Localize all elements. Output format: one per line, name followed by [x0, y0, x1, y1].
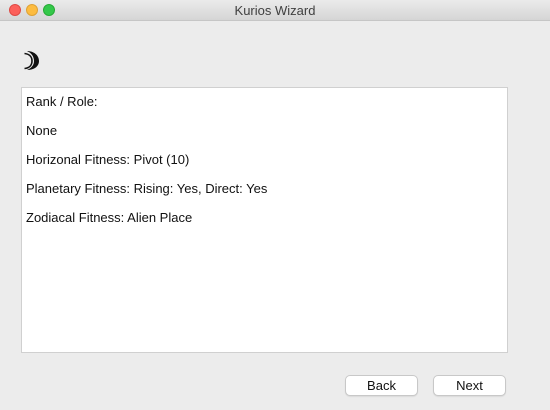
window-title: Kurios Wizard	[234, 3, 316, 18]
info-text-panel[interactable]: Rank / Role: None Horizonal Fitness: Piv…	[21, 87, 508, 353]
rank-role-value: None	[26, 123, 58, 138]
title-bar[interactable]: Kurios Wizard	[0, 0, 550, 21]
rank-role-label: Rank / Role:	[26, 94, 98, 109]
zodiacal-fitness-line: Zodiacal Fitness: Alien Place	[26, 210, 193, 225]
next-button[interactable]: Next	[433, 375, 506, 396]
planetary-fitness-line: Planetary Fitness: Rising: Yes, Direct: …	[26, 181, 268, 196]
moon-icon	[24, 51, 39, 70]
wizard-window: Kurios Wizard Rank / Role: None Horizona…	[0, 0, 550, 410]
horizonal-fitness-line: Horizonal Fitness: Pivot (10)	[26, 152, 190, 167]
back-button[interactable]: Back	[345, 375, 418, 396]
